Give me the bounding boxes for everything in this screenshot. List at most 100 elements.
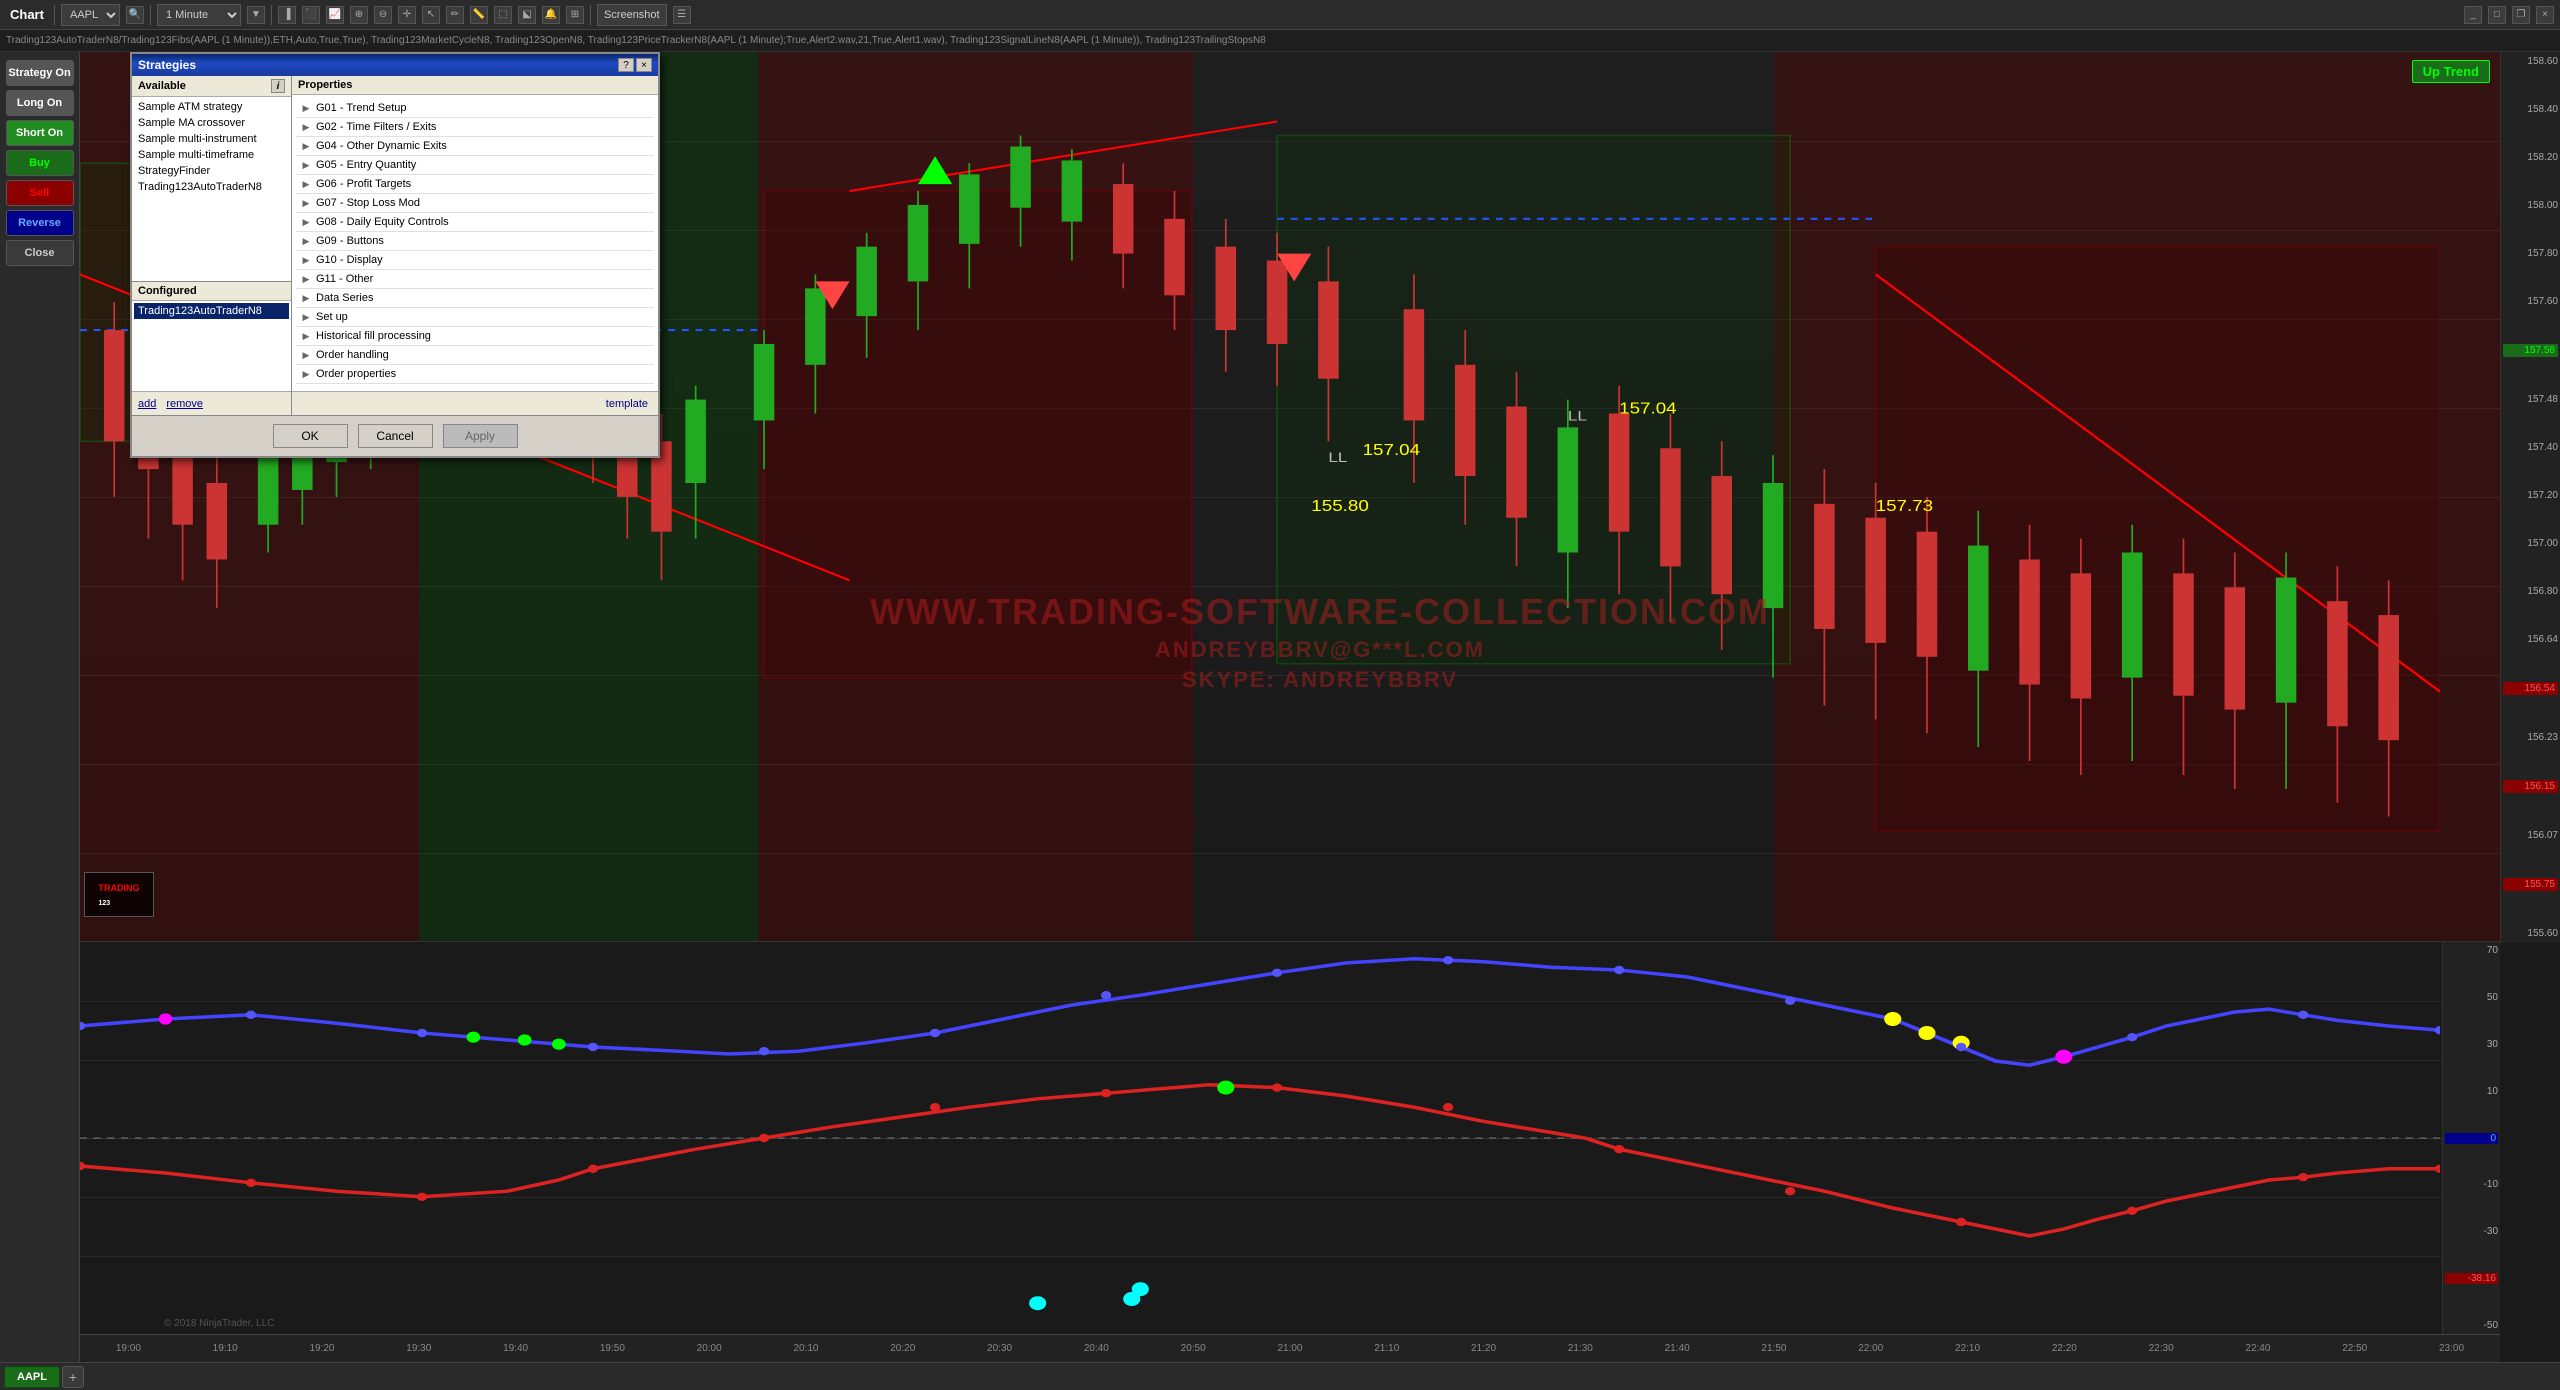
prop-g10-label: G10 - Display [316, 254, 383, 266]
time-2240: 22:40 [2210, 1343, 2307, 1354]
add-tab-button[interactable]: + [62, 1366, 84, 1388]
prop-g06-label: G06 - Profit Targets [316, 178, 411, 190]
minimize-icon[interactable]: _ [2464, 6, 2482, 24]
prop-order-properties[interactable]: ▶ Order properties [296, 365, 654, 384]
sell-button[interactable]: Sell [6, 180, 74, 206]
apply-button[interactable]: Apply [443, 424, 518, 448]
left-sidebar: Strategy On Long On Short On Buy Sell Re… [0, 52, 80, 1362]
line-chart-icon[interactable]: 📈 [326, 6, 344, 24]
tab-bar: AAPL + [0, 1362, 2560, 1390]
prop-g05[interactable]: ▶ G05 - Entry Quantity [296, 156, 654, 175]
osc-y-axis: 70 50 30 10 0 -10 -30 -38.16 -50 [2442, 942, 2500, 1334]
info-icon[interactable]: i [271, 79, 285, 93]
prop-g09-arrow: ▶ [300, 235, 312, 247]
time-2220: 22:20 [2016, 1343, 2113, 1354]
prop-g09[interactable]: ▶ G09 - Buttons [296, 232, 654, 251]
toolbar-sep-4 [590, 5, 591, 25]
add-link[interactable]: add [138, 398, 156, 410]
time-2110: 21:10 [1338, 1343, 1435, 1354]
price-156-54-highlight: 156.54 [2503, 682, 2558, 695]
aapl-tab[interactable]: AAPL [4, 1366, 60, 1388]
symbol-search-icon[interactable]: 🔍 [126, 6, 144, 24]
avail-item-4[interactable]: StrategyFinder [134, 163, 289, 179]
zoom-out-icon[interactable]: ⊖ [374, 6, 392, 24]
price-155-60: 155.60 [2503, 928, 2558, 939]
price-158-60: 158.60 [2503, 56, 2558, 67]
alert-icon[interactable]: 🔔 [542, 6, 560, 24]
remove-link[interactable]: remove [166, 398, 203, 410]
measure-icon[interactable]: 📏 [470, 6, 488, 24]
configured-label: Configured [138, 285, 197, 297]
prop-g02[interactable]: ▶ G02 - Time Filters / Exits [296, 118, 654, 137]
time-2050: 20:50 [1145, 1343, 1242, 1354]
prop-g10[interactable]: ▶ G10 - Display [296, 251, 654, 270]
price-156-07: 156.07 [2503, 830, 2558, 841]
prop-historical[interactable]: ▶ Historical fill processing [296, 327, 654, 346]
prop-data-series[interactable]: ▶ Data Series [296, 289, 654, 308]
prop-g08[interactable]: ▶ G08 - Daily Equity Controls [296, 213, 654, 232]
prop-g11[interactable]: ▶ G11 - Other [296, 270, 654, 289]
time-2000: 20:00 [661, 1343, 758, 1354]
maximize-icon[interactable]: □ [2488, 6, 2506, 24]
prop-setup[interactable]: ▶ Set up [296, 308, 654, 327]
avail-item-0[interactable]: Sample ATM strategy [134, 99, 289, 115]
avail-item-1[interactable]: Sample MA crossover [134, 115, 289, 131]
prop-g01[interactable]: ▶ G01 - Trend Setup [296, 99, 654, 118]
template-link[interactable]: template [606, 398, 648, 410]
close-button[interactable]: Close [6, 240, 74, 266]
prop-g06[interactable]: ▶ G06 - Profit Targets [296, 175, 654, 194]
zoom-in-icon[interactable]: ⊕ [350, 6, 368, 24]
crosshair-icon[interactable]: ✛ [398, 6, 416, 24]
prop-order-handling-label: Order handling [316, 349, 389, 361]
svg-text:157.04: 157.04 [1363, 441, 1421, 459]
ok-button[interactable]: OK [273, 424, 348, 448]
dialog-left-panel: Available i Sample ATM strategy Sample M… [132, 76, 292, 415]
prop-order-handling[interactable]: ▶ Order handling [296, 346, 654, 365]
osc-y-30: 30 [2445, 1039, 2498, 1050]
osc-y-minus30: -30 [2445, 1226, 2498, 1237]
draw-icon[interactable]: ✏ [446, 6, 464, 24]
menu-icon[interactable]: ☰ [673, 6, 691, 24]
prop-g04[interactable]: ▶ G04 - Other Dynamic Exits [296, 137, 654, 156]
strategy-icon[interactable]: ⬕ [518, 6, 536, 24]
logo-text: TRADING123 [99, 883, 140, 907]
window-close-icon[interactable]: × [2536, 6, 2554, 24]
toolbar-sep-3 [271, 5, 272, 25]
prop-g07[interactable]: ▶ G07 - Stop Loss Mod [296, 194, 654, 213]
strategy-on-button[interactable]: Strategy On [6, 60, 74, 86]
oscillator-svg [80, 942, 2440, 1334]
timeframe-select[interactable]: 1 Minute 5 Minutes 15 Minutes [157, 4, 241, 26]
timeframe-dropdown-icon[interactable]: ▼ [247, 6, 265, 24]
restore-icon[interactable]: ❐ [2512, 6, 2530, 24]
price-157-80: 157.80 [2503, 248, 2558, 259]
avail-item-2[interactable]: Sample multi-instrument [134, 131, 289, 147]
prop-g07-arrow: ▶ [300, 197, 312, 209]
dialog-close-button[interactable]: × [636, 58, 652, 72]
grid-icon[interactable]: ⊞ [566, 6, 584, 24]
screenshot-button[interactable]: Screenshot [597, 4, 667, 26]
candlestick-icon[interactable]: ⬛ [302, 6, 320, 24]
avail-item-5[interactable]: Trading123AutoTraderN8 [134, 179, 289, 195]
prop-g05-arrow: ▶ [300, 159, 312, 171]
properties-header: Properties [292, 76, 658, 95]
avail-item-3[interactable]: Sample multi-timeframe [134, 147, 289, 163]
reverse-button[interactable]: Reverse [6, 210, 74, 236]
price-156-23: 156.23 [2503, 732, 2558, 743]
cancel-button[interactable]: Cancel [358, 424, 433, 448]
prop-g02-arrow: ▶ [300, 121, 312, 133]
price-156-80: 156.80 [2503, 586, 2558, 597]
buy-button[interactable]: Buy [6, 150, 74, 176]
time-2130: 21:30 [1532, 1343, 1629, 1354]
dialog-help-button[interactable]: ? [618, 58, 634, 72]
oscillator-chart: 70 50 30 10 0 -10 -30 -38.16 -50 [80, 941, 2500, 1334]
indicator-icon[interactable]: ⬚ [494, 6, 512, 24]
symbol-select[interactable]: AAPL [61, 4, 120, 26]
prop-g01-label: G01 - Trend Setup [316, 102, 407, 114]
bar-chart-icon[interactable]: ▐ [278, 6, 296, 24]
osc-y-minus50: -50 [2445, 1320, 2498, 1331]
arrow-icon[interactable]: ↖ [422, 6, 440, 24]
dialog-body: Available i Sample ATM strategy Sample M… [132, 76, 658, 416]
config-item-0[interactable]: Trading123AutoTraderN8 [134, 303, 289, 319]
short-on-button[interactable]: Short On [6, 120, 74, 146]
long-on-button[interactable]: Long On [6, 90, 74, 116]
